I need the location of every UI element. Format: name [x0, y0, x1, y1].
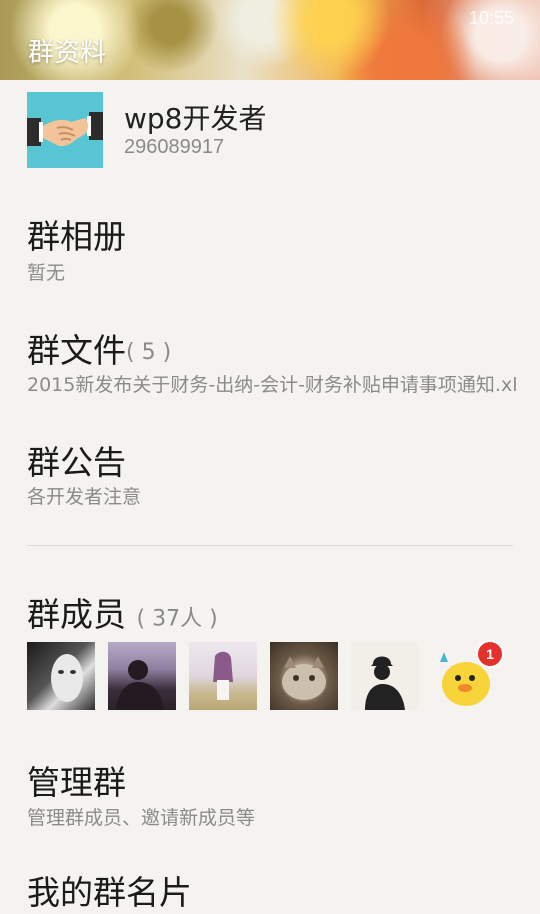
cat-photo-icon [282, 656, 326, 700]
album-subtitle: 暂无 [27, 262, 66, 284]
my-card-title: 我的群名片 [27, 873, 192, 912]
manage-title: 管理群 [27, 763, 126, 802]
manage-subtitle: 管理群成员、邀请新成员等 [27, 807, 256, 829]
divider [27, 545, 513, 546]
member-avatar[interactable] [27, 642, 95, 710]
notice-title: 群公告 [27, 443, 126, 482]
files-count: ( 5 ) [126, 340, 172, 365]
silhouette-icon [116, 660, 164, 710]
files-title-row: 群文件( 5 ) [27, 324, 171, 372]
members-title: 群成员 [27, 595, 126, 634]
page-title: 群资料 [28, 38, 107, 68]
notice-subtitle: 各开发者注意 [27, 486, 142, 508]
status-time: 10:55 [468, 8, 514, 28]
member-avatar[interactable] [270, 642, 338, 710]
header-banner: 10:55 群资料 [0, 0, 540, 80]
handshake-icon [27, 112, 103, 147]
member-avatar[interactable] [108, 642, 176, 710]
album-title: 群相册 [27, 217, 126, 256]
notification-badge: 1 [476, 640, 504, 668]
girl-photo-icon [213, 651, 233, 700]
soldier-silhouette-icon [365, 656, 405, 710]
group-id: 296089917 [124, 136, 225, 158]
member-avatar[interactable] [351, 642, 419, 710]
group-name: wp8开发者 [124, 102, 267, 135]
member-avatar[interactable]: 1 [432, 640, 504, 710]
members-count: ( 37人 ) [136, 606, 218, 632]
files-subtitle: 2015新发布关于财务-出纳-会计-财务补贴申请事项通知.xl [27, 374, 518, 396]
files-title: 群文件 [27, 331, 126, 370]
group-avatar[interactable] [27, 92, 103, 168]
member-avatar[interactable] [189, 642, 257, 710]
mask-face-icon [51, 654, 83, 702]
members-title-row: 群成员 ( 37人 ) [27, 588, 218, 636]
